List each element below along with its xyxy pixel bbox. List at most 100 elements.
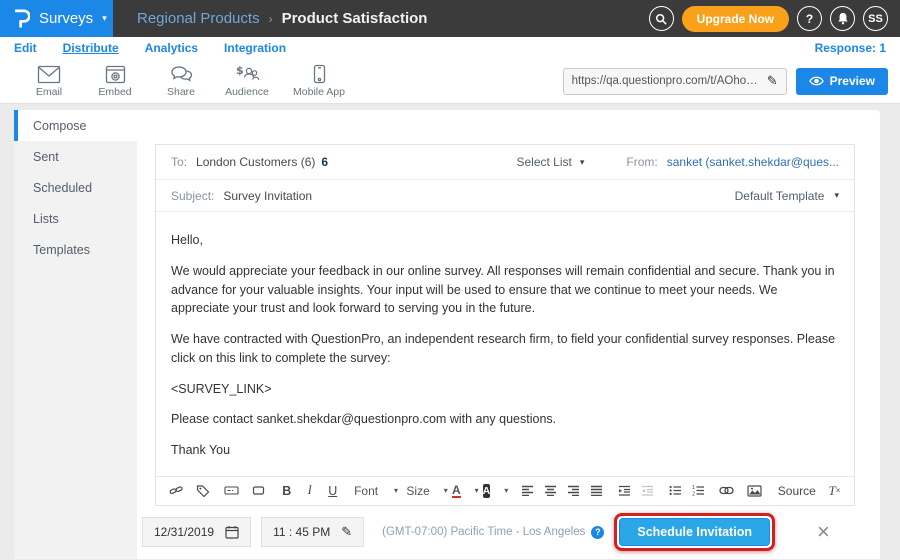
highlight-annotation: Schedule Invitation (614, 513, 775, 551)
link-icon[interactable] (716, 480, 737, 502)
eye-icon (809, 76, 824, 86)
email-icon (37, 65, 61, 84)
schedule-invitation-button[interactable]: Schedule Invitation (619, 518, 770, 546)
from-value[interactable]: sanket (sanket.shekdar@ques... (667, 155, 839, 169)
button-icon[interactable] (248, 480, 269, 502)
justify-icon[interactable] (586, 480, 607, 502)
breadcrumb-parent[interactable]: Regional Products (137, 10, 260, 27)
numbered-list-icon[interactable]: 12 (688, 480, 709, 502)
embed-icon (105, 65, 126, 84)
time-picker[interactable]: 11 : 45 PM ✎ (261, 517, 364, 547)
close-icon[interactable]: × (817, 521, 830, 543)
channel-audience[interactable]: $ Audience (214, 64, 280, 98)
date-picker[interactable]: 12/31/2019 (142, 517, 251, 547)
survey-url-field[interactable]: https://qa.questionpro.com/t/AOhoVZfqml … (563, 68, 787, 95)
date-value: 12/31/2019 (154, 525, 214, 539)
image-icon[interactable] (744, 480, 765, 502)
subject-label: Subject: (171, 189, 214, 203)
select-list-dropdown[interactable]: Select List ▾ (516, 155, 584, 169)
question-pro-logo (13, 8, 30, 29)
upgrade-now-button[interactable]: Upgrade Now (682, 6, 789, 32)
tab-analytics[interactable]: Analytics (145, 41, 198, 55)
bullet-list-icon[interactable] (665, 480, 686, 502)
channel-email[interactable]: Email (16, 65, 82, 98)
align-center-icon[interactable] (540, 480, 561, 502)
help-button[interactable]: ? (797, 6, 822, 31)
sidebar-item-compose[interactable]: Compose (14, 110, 137, 141)
edit-pencil-icon[interactable]: ✎ (341, 524, 352, 540)
sidebar-item-lists[interactable]: Lists (14, 203, 137, 234)
bg-color-button[interactable]: A▾ (480, 480, 510, 502)
response-count[interactable]: Response: 1 (815, 41, 886, 55)
body-paragraph: <SURVEY_LINK> (171, 380, 839, 399)
breadcrumb-current: Product Satisfaction (282, 10, 428, 27)
from-label: From: (626, 155, 657, 169)
product-name: Surveys (39, 10, 93, 27)
channel-share[interactable]: Share (148, 65, 214, 98)
chevron-down-icon: ▾ (444, 487, 448, 495)
tag-icon[interactable] (193, 480, 214, 502)
body-paragraph: We have contracted with QuestionPro, an … (171, 330, 839, 368)
tab-integration[interactable]: Integration (224, 41, 286, 55)
channel-embed[interactable]: Embed (82, 65, 148, 98)
email-sidebar: Compose Sent Scheduled Lists Templates (14, 110, 137, 559)
to-row: To: London Customers (6) 6 Select List ▾… (156, 145, 854, 180)
outdent-icon[interactable] (637, 480, 658, 502)
surveys-product-menu[interactable]: Surveys ▾ (0, 0, 113, 37)
email-body-editor[interactable]: Hello, We would appreciate your feedback… (156, 212, 854, 476)
formatting-toolbar: B I U Font▾ Size▾ A▾ A▾ (156, 476, 854, 505)
timezone-help-icon[interactable]: ? (591, 526, 604, 539)
survey-url: https://qa.questionpro.com/t/AOhoVZfqml (572, 75, 761, 87)
distribute-email-card: Compose Sent Scheduled Lists Templates T… (14, 110, 880, 559)
chevron-down-icon: ▾ (504, 487, 508, 495)
share-icon (170, 65, 193, 84)
distribute-channel-toolbar: Email Embed Share $ Audience Mobile App … (0, 59, 900, 104)
align-right-icon[interactable] (563, 480, 584, 502)
body-paragraph: Please contact sanket.shekdar@questionpr… (171, 410, 839, 429)
topbar-actions: Upgrade Now ? SS (649, 0, 900, 37)
mobile-app-icon (313, 64, 326, 84)
svg-text:1: 1 (692, 485, 695, 491)
top-bar: Surveys ▾ Regional Products › Product Sa… (0, 0, 900, 37)
svg-text:2: 2 (692, 492, 695, 497)
size-dropdown[interactable]: Size▾ (409, 480, 445, 502)
italic-button[interactable]: I (299, 480, 320, 502)
align-left-icon[interactable] (517, 480, 538, 502)
timezone-label: (GMT-07:00) Pacific Time - Los Angeles (382, 526, 585, 538)
avatar[interactable]: SS (863, 6, 888, 31)
sidebar-item-sent[interactable]: Sent (14, 141, 137, 172)
underline-button[interactable]: U (322, 480, 343, 502)
svg-text:$: $ (236, 64, 244, 77)
bold-button[interactable]: B (276, 480, 297, 502)
audience-icon: $ (235, 64, 260, 84)
schedule-row: 12/31/2019 11 : 45 PM ✎ (GMT-07:00) Paci… (142, 513, 830, 551)
indent-icon[interactable] (614, 480, 635, 502)
edit-url-icon[interactable]: ✎ (767, 73, 778, 89)
tab-edit[interactable]: Edit (14, 41, 37, 55)
preview-button[interactable]: Preview (796, 68, 888, 95)
search-icon (655, 13, 667, 25)
sidebar-item-scheduled[interactable]: Scheduled (14, 172, 137, 203)
field-icon[interactable] (221, 480, 242, 502)
subject-row: Subject: Survey Invitation Default Templ… (156, 180, 854, 212)
tab-distribute[interactable]: Distribute (63, 41, 119, 55)
chevron-down-icon: ▾ (580, 158, 585, 167)
clear-format-icon[interactable]: T× (824, 480, 845, 502)
body-paragraph: Thank You (171, 441, 839, 460)
text-color-button[interactable]: A▾ (452, 480, 478, 502)
font-dropdown[interactable]: Font▾ (350, 480, 402, 502)
subject-value[interactable]: Survey Invitation (223, 189, 312, 203)
to-value[interactable]: London Customers (6) (196, 155, 315, 169)
chevron-down-icon: ▾ (102, 14, 107, 23)
source-button[interactable]: Source (771, 480, 817, 502)
channel-mobile-app[interactable]: Mobile App (280, 64, 358, 98)
chevron-down-icon: ▾ (834, 191, 839, 200)
template-dropdown[interactable]: Default Template ▾ (735, 189, 839, 203)
to-label: To: (171, 155, 187, 169)
search-button[interactable] (649, 6, 674, 31)
sidebar-item-templates[interactable]: Templates (14, 234, 137, 265)
chain-icon[interactable] (165, 480, 186, 502)
survey-nav-tabs: Edit Distribute Analytics Integration Re… (0, 37, 900, 59)
main-content: Compose Sent Scheduled Lists Templates T… (0, 104, 900, 559)
notifications-button[interactable] (830, 6, 855, 31)
